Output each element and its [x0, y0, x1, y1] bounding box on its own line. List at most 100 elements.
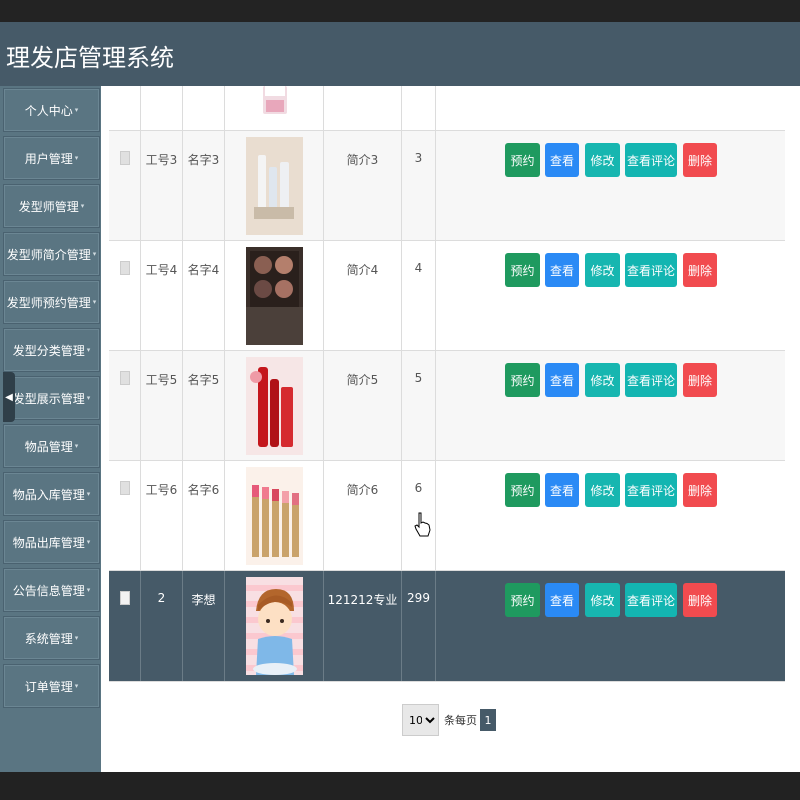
cell-intro: 简介3 — [346, 153, 379, 167]
row-checkbox[interactable] — [120, 371, 130, 385]
pagination: 10 条每页 1 — [402, 704, 496, 736]
sidebar-item-goods-out[interactable]: 物品出库管理 ▾ — [3, 520, 100, 564]
delete-button[interactable]: 删除 — [683, 363, 717, 397]
cell-number: 299 — [407, 591, 430, 605]
cell-employee-id: 工号5 — [145, 373, 178, 387]
edit-button[interactable]: 修改 — [585, 583, 620, 617]
chevron-down-icon: ▾ — [74, 154, 79, 162]
cell-name: 名字5 — [187, 373, 220, 387]
table-row: 工号4 名字4 简介4 4 预约 查看 修改 查看评论 删除 — [109, 241, 785, 351]
chevron-down-icon: ▾ — [86, 490, 91, 498]
reserve-button[interactable]: 预约 — [505, 143, 540, 177]
cell-number: 6 — [414, 481, 423, 495]
delete-button[interactable]: 删除 — [683, 253, 717, 287]
edit-button[interactable]: 修改 — [585, 363, 620, 397]
reserve-button[interactable]: 预约 — [505, 363, 540, 397]
sidebar-item-label: 物品出库管理 — [12, 535, 85, 550]
cell-intro: 简介4 — [346, 263, 379, 277]
sidebar-item-personal-center[interactable]: 个人中心 ▾ — [3, 88, 100, 132]
cell-name: 名字4 — [187, 263, 220, 277]
sidebar-item-orders[interactable]: 订单管理 ▾ — [3, 664, 100, 708]
cell-name: 名字6 — [187, 483, 220, 497]
sidebar-item-label: 订单管理 — [24, 679, 73, 694]
reserve-button[interactable]: 预约 — [505, 583, 540, 617]
sidebar-item-label: 发型师管理 — [18, 199, 79, 214]
sidebar-item-system[interactable]: 系统管理 ▾ — [3, 616, 100, 660]
chevron-down-icon: ▾ — [86, 538, 91, 546]
view-button[interactable]: 查看 — [545, 363, 579, 397]
sidebar-item-announcements[interactable]: 公告信息管理 ▾ — [3, 568, 100, 612]
sidebar: 个人中心 ▾ 用户管理 ▾ 发型师管理 ▾ 发型师简介管理 ▾ 发型师预约管理 ▾ 发型分… — [0, 86, 101, 772]
sidebar-item-label: 发型师预约管理 — [6, 295, 91, 310]
cell-number: 4 — [414, 261, 423, 275]
sidebar-item-user-management[interactable]: 用户管理 ▾ — [3, 136, 100, 180]
view-comments-button[interactable]: 查看评论 — [625, 363, 677, 397]
cell-employee-id: 2 — [157, 591, 166, 605]
reserve-button[interactable]: 预约 — [505, 253, 540, 287]
lipsticks-thumbnail — [246, 467, 303, 565]
row-checkbox[interactable] — [120, 591, 130, 605]
red-bottles-thumbnail — [246, 357, 303, 455]
cell-intro: 121212专业 — [327, 593, 398, 607]
view-button[interactable]: 查看 — [545, 143, 579, 177]
page-number-button[interactable]: 1 — [480, 709, 496, 731]
per-page-label: 条每页 — [444, 714, 477, 727]
row-checkbox[interactable] — [120, 481, 130, 495]
view-button[interactable]: 查看 — [545, 583, 579, 617]
app-title: 理发店管理系统 — [6, 44, 174, 72]
chevron-down-icon: ▾ — [74, 442, 79, 450]
chevron-down-icon: ▾ — [92, 250, 97, 258]
edit-button[interactable]: 修改 — [585, 253, 620, 287]
chevron-down-icon: ▾ — [92, 298, 97, 306]
hand-cursor-icon — [414, 512, 431, 537]
table-row: 工号3 名字3 简介3 3 预约 查看 修改 查看评论 删除 — [109, 131, 785, 241]
sidebar-item-stylist-profile[interactable]: 发型师简介管理 ▾ — [3, 232, 100, 276]
reserve-button[interactable]: 预约 — [505, 473, 540, 507]
sidebar-item-label: 个人中心 — [24, 103, 73, 118]
view-button[interactable]: 查看 — [545, 473, 579, 507]
sidebar-item-label: 系统管理 — [24, 631, 73, 646]
cell-employee-id: 工号6 — [145, 483, 178, 497]
sidebar-item-label: 发型分类管理 — [12, 343, 85, 358]
cell-intro: 简介6 — [346, 483, 379, 497]
sidebar-item-style-category[interactable]: 发型分类管理 ▾ — [3, 328, 100, 372]
bottom-bar — [0, 772, 800, 800]
delete-button[interactable]: 删除 — [683, 143, 717, 177]
edit-button[interactable]: 修改 — [585, 143, 620, 177]
sidebar-item-label: 发型展示管理 — [12, 391, 85, 406]
chevron-left-icon: ◀ — [5, 391, 13, 403]
sidebar-item-label: 公告信息管理 — [12, 583, 85, 598]
edit-button[interactable]: 修改 — [585, 473, 620, 507]
sidebar-item-label: 物品入库管理 — [12, 487, 85, 502]
sidebar-item-goods[interactable]: 物品管理 ▾ — [3, 424, 100, 468]
page-size-select[interactable]: 10 — [402, 704, 439, 736]
skincare-thumbnail — [246, 137, 303, 235]
sidebar-item-stylist-management[interactable]: 发型师管理 ▾ — [3, 184, 100, 228]
row-checkbox[interactable] — [120, 261, 130, 275]
sidebar-item-goods-in[interactable]: 物品入库管理 ▾ — [3, 472, 100, 516]
view-comments-button[interactable]: 查看评论 — [625, 253, 677, 287]
delete-button[interactable]: 删除 — [683, 473, 717, 507]
sidebar-item-style-display[interactable]: 发型展示管理 ▾ — [3, 376, 100, 420]
table-row: 工号5 名字5 简介5 5 预约 查看 修改 查看评论 删除 — [109, 351, 785, 461]
table-row-selected: 2 李想 121212专业 299 预约 查看 修改 查看评论 删除 — [109, 571, 785, 682]
row-checkbox[interactable] — [120, 151, 130, 165]
sidebar-item-stylist-booking[interactable]: 发型师预约管理 ▾ — [3, 280, 100, 324]
sidebar-item-label: 用户管理 — [24, 151, 73, 166]
perfume-thumbnail — [263, 86, 287, 114]
chevron-down-icon: ▾ — [86, 394, 91, 402]
eyeshadow-thumbnail — [246, 247, 303, 345]
sidebar-collapse-handle[interactable]: ◀ — [3, 372, 15, 422]
table-row: 工号6 名字6 简介6 6 预约 查看 修改 查看评论 删除 — [109, 461, 785, 571]
view-comments-button[interactable]: 查看评论 — [625, 583, 677, 617]
view-comments-button[interactable]: 查看评论 — [625, 473, 677, 507]
table-row — [109, 86, 785, 131]
sidebar-item-label: 发型师简介管理 — [6, 247, 91, 262]
cell-intro: 简介5 — [346, 373, 379, 387]
main-content: 工号3 名字3 简介3 3 预约 查看 修改 查看评论 删除 工号4 名字4 简… — [101, 86, 800, 772]
view-comments-button[interactable]: 查看评论 — [625, 143, 677, 177]
delete-button[interactable]: 删除 — [683, 583, 717, 617]
cell-name: 名字3 — [187, 153, 220, 167]
cell-name: 李想 — [191, 593, 216, 607]
view-button[interactable]: 查看 — [545, 253, 579, 287]
